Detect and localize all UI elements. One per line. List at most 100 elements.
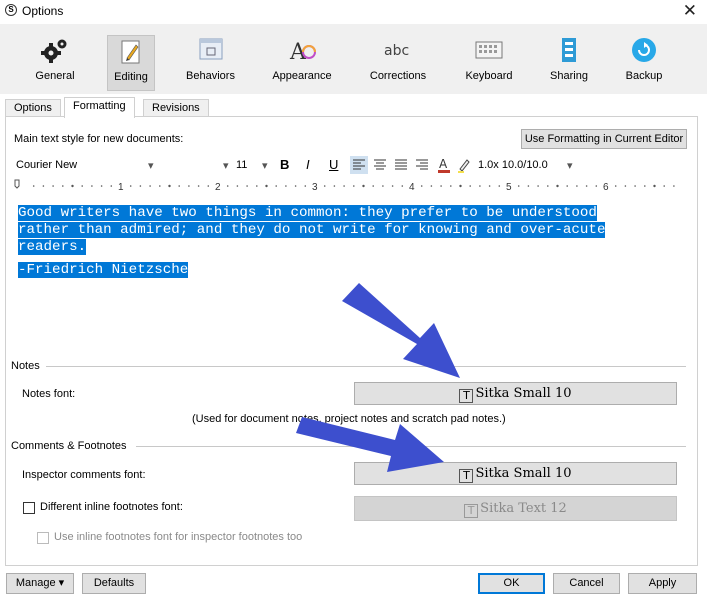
ruler-tick <box>624 185 627 187</box>
toolbar-sharing[interactable]: Sharing <box>546 36 592 90</box>
ruler[interactable]: 1 2 3 4 5 6 <box>14 179 686 193</box>
font-icon: T <box>459 389 474 403</box>
manage-button-label: Manage <box>15 577 56 589</box>
sample-attribution: -Friedrich Nietzsche <box>18 262 189 278</box>
ruler-tick <box>323 185 326 187</box>
ruler-tick <box>498 185 501 187</box>
align-right-icon[interactable] <box>414 156 430 174</box>
ruler-tick <box>207 185 210 187</box>
toolbar-label: Behaviors <box>186 70 235 82</box>
indent-marker-icon[interactable] <box>14 179 20 189</box>
share-icon <box>562 38 576 62</box>
pencil-icon <box>121 40 140 64</box>
align-left-icon[interactable] <box>350 156 368 174</box>
font-icon: T <box>464 504 479 518</box>
ruler-number: 1 <box>118 182 124 193</box>
keyboard-icon <box>475 41 503 59</box>
ruler-tick <box>401 185 404 187</box>
toolbar-keyboard[interactable]: Keyboard <box>462 36 516 90</box>
chevron-down-icon[interactable]: ▾ <box>567 159 573 172</box>
inspector-comments-font-button[interactable]: T Sitka Small 10 <box>354 462 677 485</box>
notes-section-title: Notes <box>11 360 40 372</box>
manage-button[interactable]: Manage ▾ <box>6 573 74 594</box>
align-justify-icon[interactable] <box>393 156 409 174</box>
ruler-tick <box>517 185 520 187</box>
toolbar-label: Corrections <box>369 70 427 82</box>
ruler-tick <box>52 185 54 187</box>
line-spacing-select[interactable]: 1.0x 10.0/10.0 <box>478 159 548 171</box>
subtab-bar: Options Formatting Revisions <box>0 97 707 118</box>
toolbar-general[interactable]: General <box>30 36 80 90</box>
use-formatting-button[interactable]: Use Formatting in Current Editor <box>521 129 687 149</box>
ruler-tick <box>32 185 35 187</box>
ruler-tick <box>644 185 646 187</box>
ruler-tick <box>566 185 568 187</box>
toolbar-appearance[interactable]: A Appearance <box>268 36 336 90</box>
highlight-icon[interactable] <box>456 156 472 174</box>
ruler-tick <box>440 185 442 187</box>
notes-font-value: Sitka Small 10 <box>475 386 572 401</box>
abc-icon: abc <box>384 43 409 59</box>
toolbar-label: Backup <box>625 70 663 82</box>
ruler-tick <box>614 185 617 187</box>
defaults-button[interactable]: Defaults <box>82 573 146 594</box>
font-size-select[interactable]: 11 <box>236 159 247 171</box>
ruler-tick <box>71 184 74 188</box>
chevron-down-icon: ▾ <box>58 577 65 589</box>
inspector-footnotes-checkbox[interactable] <box>37 532 49 544</box>
chevron-down-icon[interactable]: ▾ <box>148 159 154 172</box>
inline-footnotes-font-button[interactable]: T Sitka Text 12 <box>354 496 677 521</box>
ruler-tick <box>353 185 355 187</box>
ruler-tick <box>576 185 578 187</box>
cancel-button[interactable]: Cancel <box>553 573 620 594</box>
toolbar-behaviors[interactable]: Behaviors <box>183 36 238 90</box>
ruler-tick <box>265 184 268 188</box>
font-icon: T <box>459 469 474 483</box>
ruler-tick <box>450 185 452 187</box>
chevron-down-icon[interactable]: ▾ <box>223 159 229 172</box>
main-text-style-label: Main text style for new documents: <box>14 133 184 145</box>
ruler-graphic: 1 2 3 4 5 6 <box>14 179 675 193</box>
window-icon <box>199 38 222 60</box>
app-icon: S <box>5 4 17 16</box>
comments-section-title: Comments & Footnotes <box>11 440 127 452</box>
chevron-down-icon[interactable]: ▾ <box>262 159 268 172</box>
tab-formatting[interactable]: Formatting <box>64 97 135 118</box>
align-center-icon[interactable] <box>372 156 388 174</box>
italic-button[interactable]: I <box>306 157 310 172</box>
toolbar-editing[interactable]: Editing <box>107 35 155 91</box>
ruler-number: 6 <box>603 182 609 193</box>
inline-footnotes-checkbox[interactable] <box>23 502 35 514</box>
inspector-comments-font-value: Sitka Small 10 <box>475 466 572 481</box>
ruler-tick <box>62 185 64 187</box>
ruler-tick <box>527 185 530 187</box>
title-bar: S Options ✕ <box>0 0 707 24</box>
ruler-tick <box>372 185 375 187</box>
ruler-tick <box>333 185 336 187</box>
notes-font-button[interactable]: T Sitka Small 10 <box>354 382 677 405</box>
text-color-icon[interactable]: A <box>436 156 452 174</box>
toolbar-backup[interactable]: Backup <box>622 36 666 90</box>
close-icon[interactable]: ✕ <box>683 1 697 21</box>
ok-button[interactable]: OK <box>478 573 545 594</box>
sample-line: rather than admired; and they do not wri… <box>18 222 606 238</box>
underline-button[interactable]: U <box>329 157 338 172</box>
ruler-tick <box>469 185 472 187</box>
ruler-tick <box>246 185 248 187</box>
apply-button[interactable]: Apply <box>628 573 697 594</box>
ruler-tick <box>91 185 93 187</box>
preferences-toolbar: General Editing Behaviors A Appearance a… <box>0 24 707 94</box>
tab-revisions[interactable]: Revisions <box>143 99 209 117</box>
ruler-number: 3 <box>312 182 318 193</box>
inspector-footnotes-label: Use inline footnotes font for inspector … <box>54 531 303 543</box>
dialog-button-bar: Manage ▾ Defaults OK Cancel Apply <box>0 566 707 596</box>
sample-text-editor[interactable]: Good writers have two things in common: … <box>18 205 686 355</box>
tab-options[interactable]: Options <box>5 99 61 117</box>
font-family-select[interactable]: Courier New <box>16 159 77 171</box>
bold-button[interactable]: B <box>280 157 289 172</box>
toolbar-corrections[interactable]: abc Corrections <box>365 36 431 90</box>
ruler-tick <box>81 185 83 187</box>
notes-hint: (Used for document notes, project notes … <box>192 413 506 425</box>
ruler-tick <box>236 185 239 187</box>
ruler-tick <box>420 185 423 187</box>
